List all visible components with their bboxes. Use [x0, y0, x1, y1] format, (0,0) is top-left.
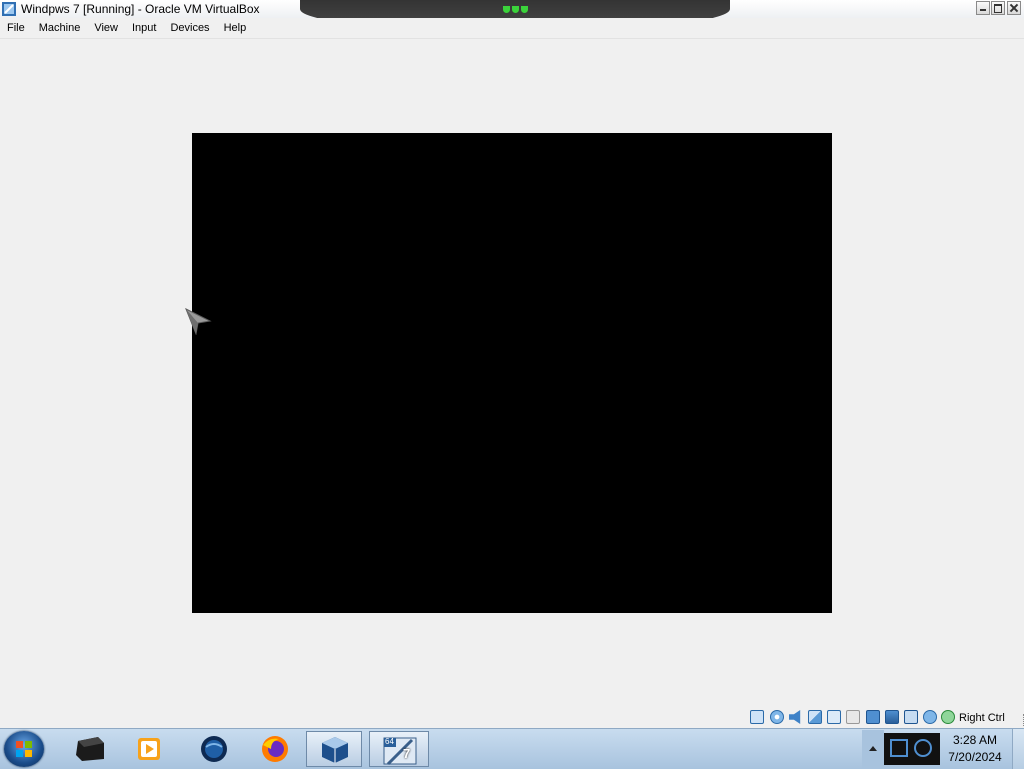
resize-grip[interactable] — [1015, 714, 1024, 726]
terminal-app-icon — [76, 737, 104, 761]
taskbar-button-windows7-vm[interactable]: 64 7 — [369, 731, 429, 767]
optical-drive-icon[interactable] — [770, 710, 784, 724]
show-desktop-button[interactable] — [1012, 729, 1024, 769]
shared-folders-icon[interactable] — [846, 710, 860, 724]
menu-bar: File Machine View Input Devices Help — [0, 19, 1024, 39]
menu-view[interactable]: View — [87, 19, 125, 38]
browser-globe-icon — [201, 736, 227, 762]
virtualbox-icon — [322, 737, 348, 763]
vm-badge-64: 64 — [385, 737, 394, 746]
toolbar-status-led — [500, 6, 530, 16]
system-tray — [884, 733, 940, 765]
vm-number-7: 7 — [403, 746, 411, 761]
network-icon[interactable] — [808, 710, 822, 724]
menu-file[interactable]: File — [0, 19, 32, 38]
tray-volume-icon[interactable] — [914, 739, 932, 757]
taskbar-button-firefox[interactable] — [247, 731, 303, 767]
taskbar-button-media-player[interactable] — [122, 731, 178, 767]
window-title: Windpws 7 [Running] - Oracle VM VirtualB… — [21, 2, 260, 16]
title-bar[interactable]: Windpws 7 [Running] - Oracle VM VirtualB… — [0, 0, 1024, 18]
virtualbox-icon — [1, 1, 17, 17]
menu-devices[interactable]: Devices — [163, 19, 216, 38]
media-player-icon — [138, 738, 160, 760]
virtualization-icon[interactable] — [904, 710, 918, 724]
chevron-up-icon — [869, 746, 877, 751]
hard-disk-icon[interactable] — [750, 710, 764, 724]
menu-help[interactable]: Help — [217, 19, 254, 38]
taskbar-clock[interactable]: 3:28 AM 7/20/2024 — [940, 732, 1010, 768]
firefox-icon — [262, 736, 288, 762]
menu-input[interactable]: Input — [125, 19, 163, 38]
minimize-button[interactable] — [976, 1, 990, 15]
keyboard-icon[interactable] — [941, 710, 955, 724]
maximize-button[interactable] — [991, 1, 1005, 15]
audio-icon[interactable] — [789, 710, 801, 724]
menu-machine[interactable]: Machine — [32, 19, 88, 38]
taskbar-button-terminal[interactable] — [62, 731, 118, 767]
taskbar: 64 7 3:28 AM 7/20/2024 — [0, 728, 1024, 769]
display-icon[interactable] — [866, 710, 880, 724]
host-key-label: Right Ctrl — [959, 712, 1005, 724]
close-button[interactable] — [1007, 1, 1021, 15]
vm-display[interactable] — [192, 133, 832, 613]
start-button[interactable] — [4, 731, 44, 767]
clock-time: 3:28 AM — [952, 733, 998, 747]
capture-icon[interactable] — [885, 710, 899, 724]
fullscreen-mini-toolbar[interactable] — [300, 0, 730, 18]
clock-date: 7/20/2024 — [948, 750, 1002, 764]
taskbar-button-virtualbox[interactable] — [306, 731, 362, 767]
mouse-integration-icon[interactable] — [923, 710, 937, 724]
mouse-pointer-icon — [184, 307, 212, 336]
show-hidden-icons-button[interactable] — [862, 730, 884, 768]
taskbar-button-browser[interactable] — [186, 731, 242, 767]
usb-icon[interactable] — [827, 710, 841, 724]
tray-network-icon[interactable] — [890, 739, 908, 757]
windows-start-icon — [16, 741, 32, 760]
